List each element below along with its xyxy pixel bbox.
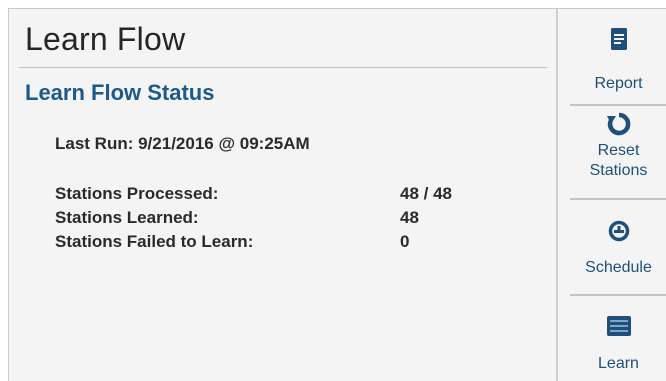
reset-label-line2: Stations <box>589 162 648 179</box>
section-title: Learn Flow Status <box>25 80 215 105</box>
stat-value: 0 <box>400 232 410 251</box>
stat-label: Stations Processed: <box>55 184 219 203</box>
learn-icon <box>606 316 631 336</box>
stat-label: Stations Failed to Learn: <box>55 232 254 251</box>
schedule-button[interactable]: Schedule <box>570 220 666 278</box>
sidebar: Report Reset Stations Schedule Learn <box>558 9 666 381</box>
report-label: Report <box>594 75 643 92</box>
stat-value: 48 <box>400 208 419 227</box>
stat-label: Stations Learned: <box>55 208 199 227</box>
stat-value: 48 / 48 <box>400 184 452 203</box>
sidebar-separator <box>570 294 666 296</box>
learn-button[interactable]: Learn <box>570 314 666 374</box>
reset-stations-button[interactable]: Reset Stations <box>570 112 666 181</box>
stat-row-failed: Stations Failed to Learn: 0 <box>55 232 495 256</box>
schedule-label: Schedule <box>585 259 652 276</box>
main-panel: Learn Flow Learn Flow Status Last Run: 9… <box>9 9 556 381</box>
reset-icon <box>606 112 630 136</box>
sidebar-separator <box>570 198 666 200</box>
learn-label: Learn <box>598 355 639 372</box>
report-icon <box>610 28 627 50</box>
last-run-text: Last Run: 9/21/2016 @ 09:25AM <box>55 134 310 153</box>
report-button[interactable]: Report <box>570 27 666 94</box>
title-divider <box>19 67 547 68</box>
stat-row-learned: Stations Learned: 48 <box>55 208 495 232</box>
sidebar-separator <box>570 104 666 106</box>
reset-label-line1: Reset <box>597 142 640 159</box>
stat-row-processed: Stations Processed: 48 / 48 <box>55 184 495 208</box>
schedule-icon <box>608 220 629 242</box>
page-title: Learn Flow <box>25 21 186 57</box>
controller-screen: Learn Flow Learn Flow Status Last Run: 9… <box>8 8 666 381</box>
